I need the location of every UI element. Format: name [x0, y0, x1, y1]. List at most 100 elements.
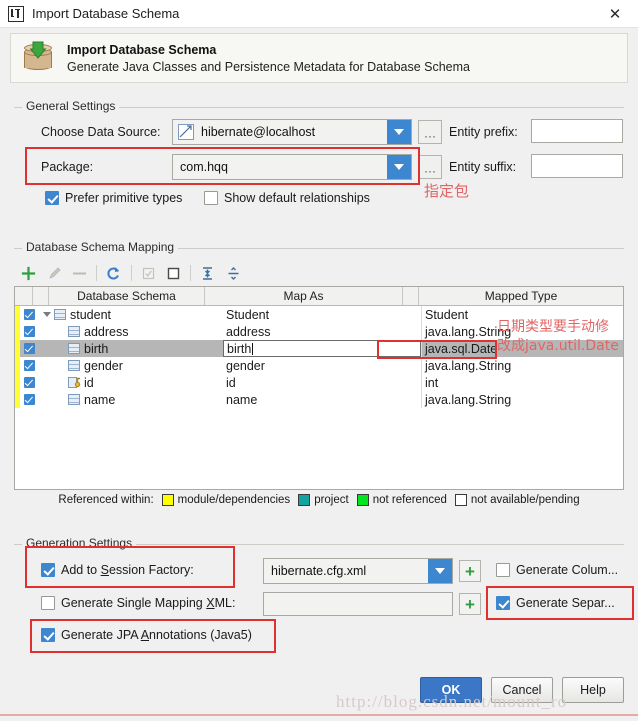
cell-database-schema[interactable]: address: [38, 323, 223, 340]
row-checkbox[interactable]: [20, 357, 38, 374]
generate-separate-label: Generate Separ...: [516, 596, 615, 610]
checkbox-icon: [23, 309, 35, 320]
schema-name: gender: [84, 358, 123, 373]
schema-name: id: [84, 375, 94, 390]
schema-toolbar: [16, 260, 246, 286]
package-label: Package:: [41, 160, 94, 174]
dialog-header-banner: Import Database Schema Generate Java Cla…: [10, 33, 628, 83]
help-button[interactable]: Help: [562, 677, 624, 703]
row-checkbox[interactable]: [20, 306, 38, 323]
add-icon[interactable]: [16, 261, 41, 285]
cell-map-as[interactable]: gender: [223, 357, 421, 374]
cell-database-schema[interactable]: birth: [38, 340, 223, 357]
add-session-factory-label: Add to Session Factory:: [61, 563, 194, 577]
chevron-down-icon[interactable]: [387, 120, 411, 144]
header-database-schema[interactable]: Database Schema: [49, 287, 205, 305]
single-mapping-plus-button[interactable]: +: [459, 593, 481, 615]
cell-map-as[interactable]: Student: [223, 306, 421, 323]
map-as-value: birth: [227, 341, 252, 356]
checkbox-icon: [204, 191, 218, 205]
cell-map-as[interactable]: id: [223, 374, 421, 391]
generate-jpa-annotations-checkbox[interactable]: Generate JPA Annotations (Java5): [41, 628, 252, 642]
add-session-factory-plus-button[interactable]: +: [459, 560, 481, 582]
prefer-primitive-types-checkbox[interactable]: Prefer primitive types: [45, 191, 182, 205]
add-session-factory-checkbox[interactable]: Add to Session Factory:: [41, 563, 194, 577]
mapped-type-value: int: [425, 375, 439, 390]
cell-mapped-type[interactable]: int: [421, 374, 623, 391]
schema-name: address: [84, 324, 129, 339]
checkbox-icon: [23, 394, 35, 405]
legend-item-label: not referenced: [372, 494, 447, 506]
cell-mapped-type[interactable]: java.lang.String: [421, 357, 623, 374]
checkbox-icon: [23, 343, 35, 354]
data-source-browse-button[interactable]: ···: [418, 120, 442, 144]
close-icon[interactable]: ✕: [592, 0, 638, 28]
cell-database-schema[interactable]: id: [38, 374, 223, 391]
refresh-icon[interactable]: [101, 261, 126, 285]
toolbar-separator: [190, 265, 192, 281]
generate-column-checkbox[interactable]: Generate Colum...: [496, 563, 618, 577]
package-combo[interactable]: com.hqq: [172, 154, 412, 180]
header-check-col: [33, 287, 49, 305]
general-settings-label: General Settings: [22, 99, 120, 113]
chevron-down-icon[interactable]: [387, 155, 411, 179]
single-mapping-input[interactable]: [263, 592, 453, 616]
data-source-combo[interactable]: hibernate@localhost: [172, 119, 412, 145]
legend-swatch: [298, 494, 311, 506]
table-row[interactable]: id id int: [15, 374, 623, 391]
collapse-all-icon[interactable]: [221, 261, 246, 285]
cell-mapped-type[interactable]: java.lang.String: [421, 391, 623, 408]
banner-title: Import Database Schema: [67, 42, 217, 57]
intellij-idea-icon: [8, 5, 24, 22]
checkbox-icon: [23, 326, 35, 337]
map-as-value: gender: [226, 358, 265, 373]
entity-suffix-label: Entity suffix:: [449, 160, 517, 174]
map-as-value: name: [226, 392, 258, 407]
checkbox-icon: [45, 191, 59, 205]
expand-all-icon[interactable]: [195, 261, 220, 285]
chevron-down-icon[interactable]: [40, 312, 54, 317]
title-bar: Import Database Schema ✕: [0, 0, 638, 28]
mapped-type-value: java.lang.String: [425, 392, 512, 407]
checkbox-icon: [41, 628, 55, 642]
schema-name: student: [70, 307, 112, 322]
data-source-value: hibernate@localhost: [201, 125, 316, 139]
table-row[interactable]: gender gender java.lang.String: [15, 357, 623, 374]
show-default-relationships-label: Show default relationships: [224, 191, 370, 205]
table-row[interactable]: name name java.lang.String: [15, 391, 623, 408]
header-map-as[interactable]: Map As: [205, 287, 403, 305]
entity-suffix-input[interactable]: [531, 154, 623, 178]
session-factory-combo[interactable]: hibernate.cfg.xml: [263, 558, 453, 584]
row-checkbox[interactable]: [20, 374, 38, 391]
show-default-relationships-checkbox[interactable]: Show default relationships: [204, 191, 370, 205]
schema-name: name: [84, 392, 116, 407]
table-icon: [54, 309, 66, 320]
row-checkbox[interactable]: [20, 340, 38, 357]
cell-map-as[interactable]: address: [223, 323, 421, 340]
row-checkbox[interactable]: [20, 391, 38, 408]
checkbox-icon: [23, 360, 35, 371]
cell-map-as[interactable]: birth: [223, 340, 421, 357]
legend-label: Referenced within:: [58, 494, 154, 506]
toolbar-separator: [96, 265, 98, 281]
checkbox-icon: [41, 563, 55, 577]
cell-database-schema[interactable]: student: [38, 306, 223, 323]
deselect-all-icon[interactable]: [161, 261, 186, 285]
generation-settings-label: Generation Settings: [22, 536, 137, 550]
generate-single-mapping-checkbox[interactable]: Generate Single Mapping XML:: [41, 596, 235, 610]
select-all-checkbox-icon: [136, 261, 161, 285]
schema-mapping-table[interactable]: Database Schema Map As Mapped Type stude…: [14, 286, 624, 490]
generate-separate-checkbox[interactable]: Generate Separ...: [496, 596, 615, 610]
entity-prefix-label: Entity prefix:: [449, 125, 518, 139]
cell-database-schema[interactable]: gender: [38, 357, 223, 374]
header-marker-col: [15, 287, 33, 305]
cell-database-schema[interactable]: name: [38, 391, 223, 408]
generate-jpa-annotations-label: Generate JPA Annotations (Java5): [61, 628, 252, 642]
package-browse-button[interactable]: ···: [418, 155, 442, 179]
header-mapped-type[interactable]: Mapped Type: [419, 287, 623, 305]
row-checkbox[interactable]: [20, 323, 38, 340]
cell-map-as[interactable]: name: [223, 391, 421, 408]
primary-key-icon: [68, 377, 81, 388]
chevron-down-icon[interactable]: [428, 559, 452, 583]
entity-prefix-input[interactable]: [531, 119, 623, 143]
